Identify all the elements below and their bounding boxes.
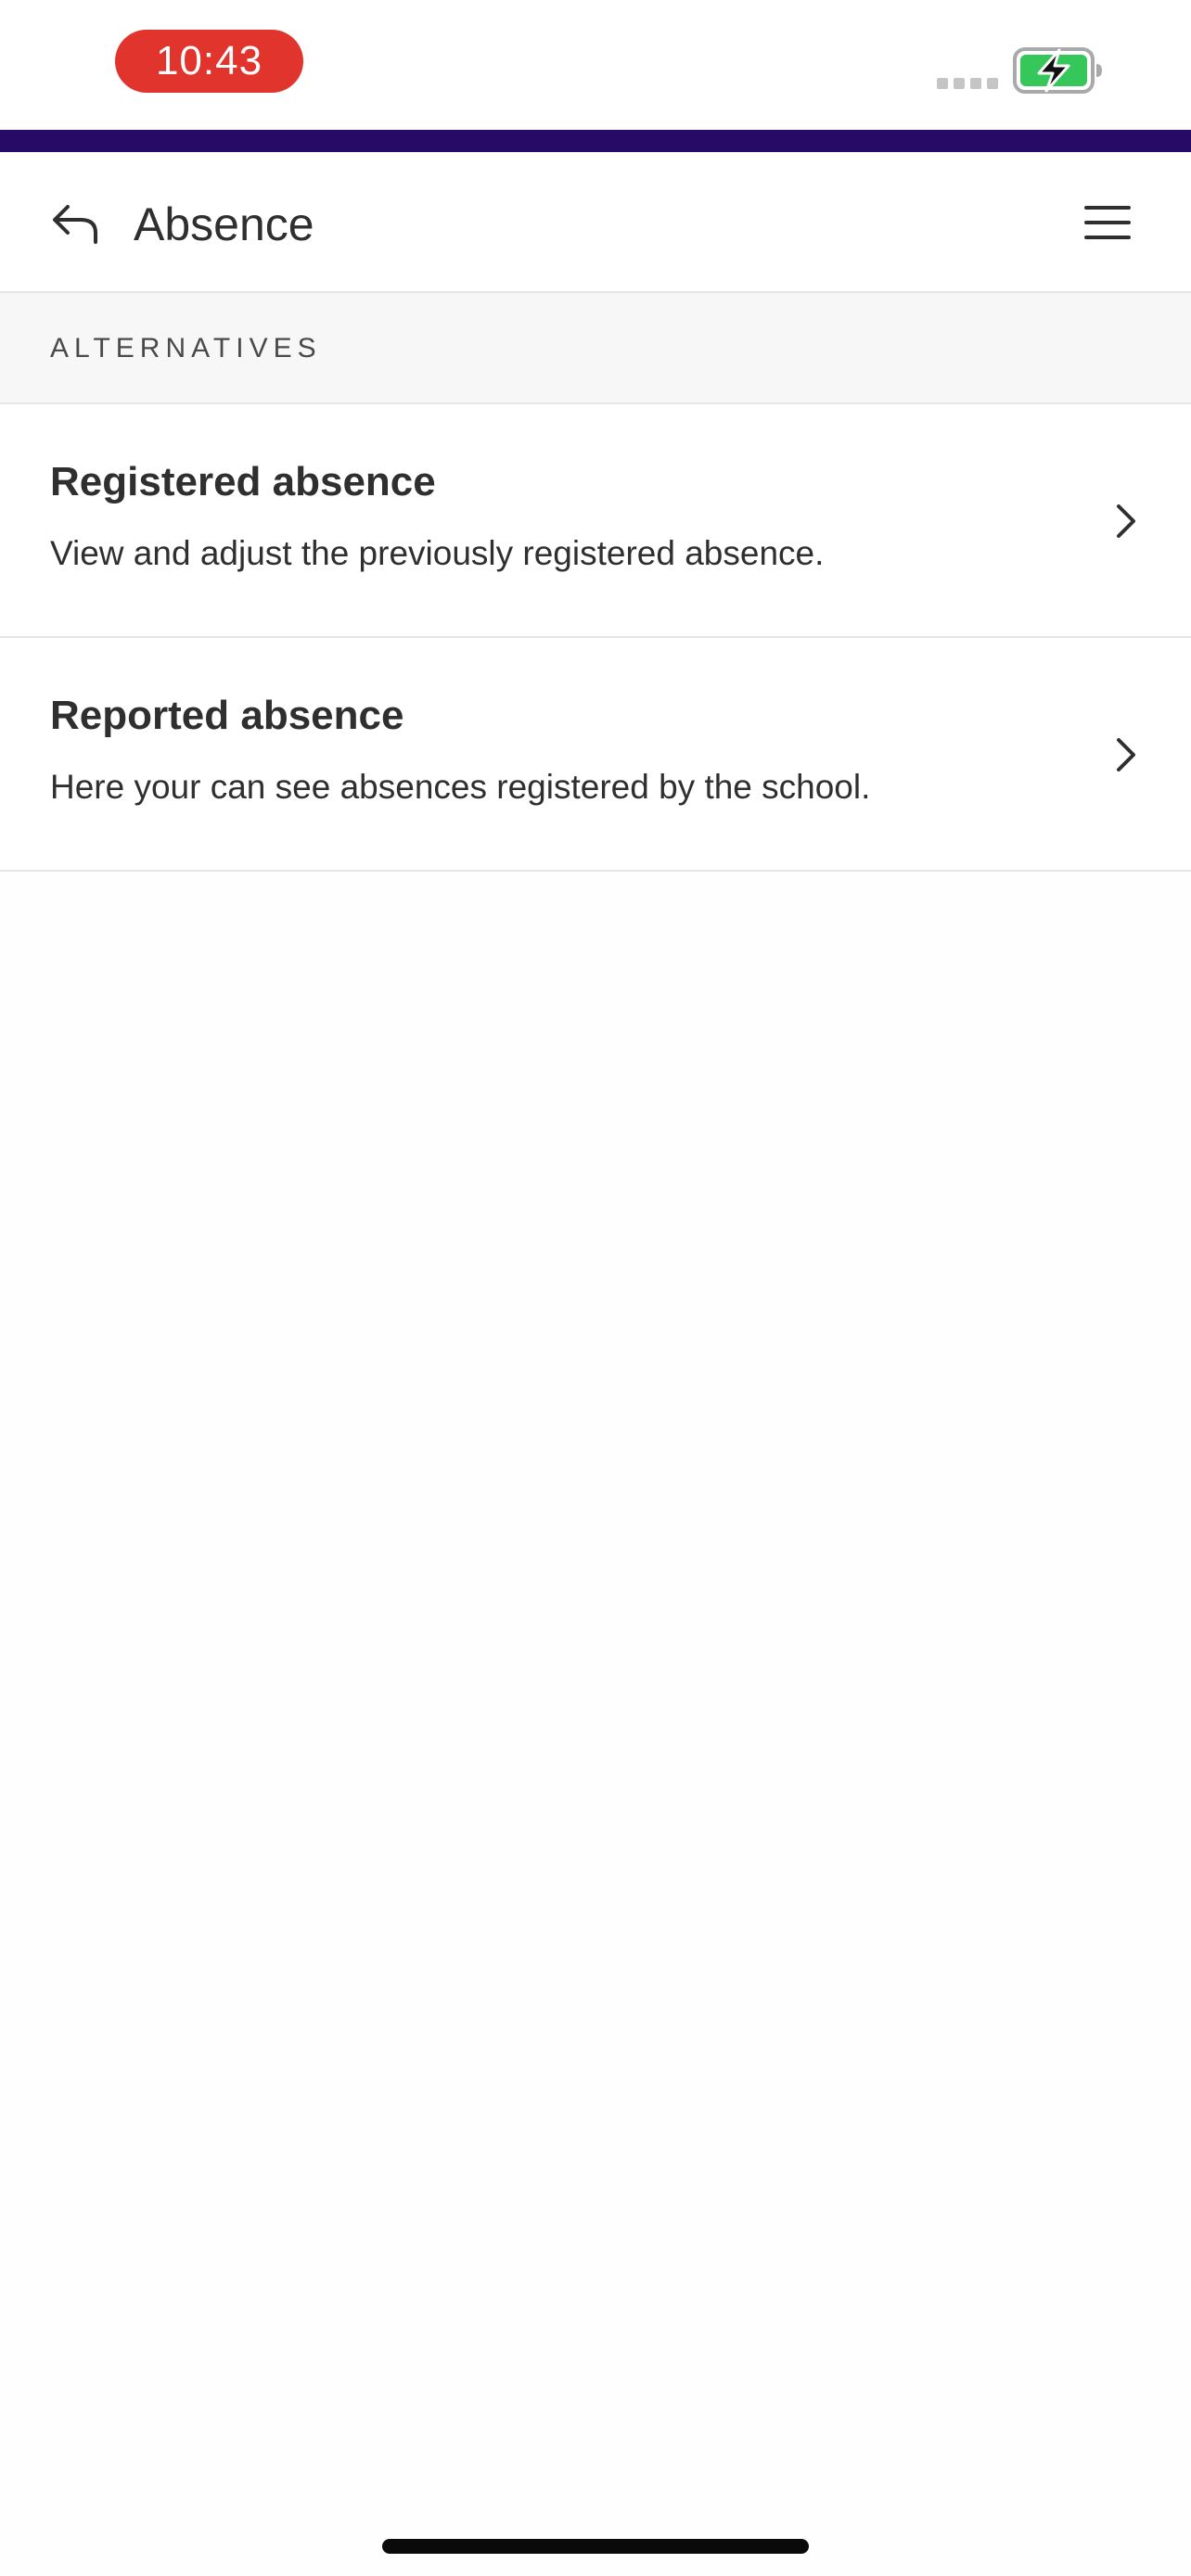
- item-description: Here your can see absences registered by…: [50, 768, 871, 806]
- home-indicator[interactable]: [382, 2539, 809, 2554]
- page-title: Absence: [134, 198, 314, 250]
- list-item-registered-absence[interactable]: Registered absence View and adjust the p…: [0, 404, 1191, 638]
- back-arrow-icon: [53, 205, 97, 244]
- status-time[interactable]: 10:43: [115, 30, 303, 93]
- section-header: ALTERNATIVES: [0, 293, 1191, 404]
- accent-bar: [0, 130, 1191, 152]
- chevron-right-icon: [1117, 504, 1135, 538]
- item-title: Reported absence: [50, 693, 404, 738]
- battery-charging-icon: [1013, 47, 1102, 94]
- signal-icon: [937, 78, 998, 89]
- section-label: ALTERNATIVES: [50, 333, 322, 363]
- back-button[interactable]: [41, 189, 111, 260]
- screen: 10:43 Absence ALTERNATIVES Registered ab…: [0, 0, 1191, 2576]
- list-item-reported-absence[interactable]: Reported absence Here your can see absen…: [0, 638, 1191, 872]
- menu-button[interactable]: [1072, 193, 1143, 252]
- nav-bar: Absence: [0, 152, 1191, 293]
- status-bar: 10:43: [0, 0, 1191, 130]
- item-title: Registered absence: [50, 459, 436, 504]
- item-description: View and adjust the previously registere…: [50, 534, 825, 572]
- chevron-right-icon: [1117, 738, 1135, 772]
- hamburger-menu-icon: [1084, 206, 1131, 239]
